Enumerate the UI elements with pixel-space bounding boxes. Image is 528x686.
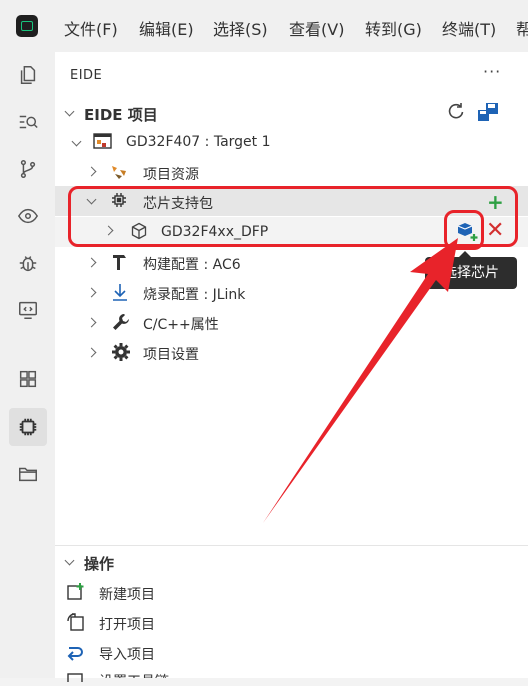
open-project-icon bbox=[66, 612, 86, 636]
project-name[interactable]: GD32F407 : Target 1 bbox=[126, 134, 271, 150]
menu-goto[interactable]: 转到(G) bbox=[365, 16, 422, 40]
annotation-box-small bbox=[444, 210, 484, 250]
menu-help[interactable]: 帮 bbox=[516, 16, 528, 40]
gear-icon bbox=[111, 342, 131, 366]
op-open-project[interactable]: 打开项目 bbox=[99, 614, 155, 634]
eide-chip-icon[interactable] bbox=[9, 408, 47, 446]
toolchain-icon bbox=[66, 670, 86, 686]
op-import-project[interactable]: 导入项目 bbox=[99, 644, 155, 664]
debug-icon[interactable] bbox=[9, 244, 47, 282]
ops-section-title[interactable]: 操作 bbox=[84, 553, 114, 574]
menu-bar: 文件(F) 编辑(E) 选择(S) 查看(V) 转到(G) 终端(T) 帮 bbox=[0, 0, 528, 52]
op-last-partial[interactable]: 设置工具链 bbox=[99, 671, 169, 678]
folder-icon[interactable] bbox=[9, 455, 47, 493]
tree-item-flash[interactable]: 烧录配置 : JLink bbox=[143, 284, 245, 304]
import-project-icon bbox=[66, 642, 86, 666]
remote-explorer-icon[interactable] bbox=[9, 197, 47, 235]
chevron-right-icon[interactable] bbox=[86, 166, 97, 177]
sidebar-title: EIDE bbox=[70, 68, 103, 83]
chevron-right-icon[interactable] bbox=[86, 317, 97, 328]
op-new-project[interactable]: 新建项目 bbox=[99, 584, 155, 604]
chevron-down-icon[interactable] bbox=[64, 106, 75, 117]
select-chip-tooltip: 选择芯片 bbox=[425, 251, 517, 289]
save-project-icon[interactable] bbox=[477, 102, 499, 126]
search-icon[interactable] bbox=[9, 103, 47, 141]
explorer-icon[interactable] bbox=[9, 56, 47, 94]
chevron-right-icon[interactable] bbox=[86, 257, 97, 268]
menu-file[interactable]: 文件(F) bbox=[64, 16, 118, 40]
chevron-right-icon[interactable] bbox=[86, 347, 97, 358]
chevron-right-icon[interactable] bbox=[86, 287, 97, 298]
new-project-icon bbox=[66, 582, 86, 606]
remote-window-icon[interactable] bbox=[9, 291, 47, 329]
tree-item-resources[interactable]: 项目资源 bbox=[143, 164, 199, 184]
project-section-title[interactable]: EIDE 项目 bbox=[84, 104, 158, 125]
wrench-icon bbox=[111, 312, 131, 336]
extensions-icon[interactable] bbox=[9, 360, 47, 398]
section-divider bbox=[55, 545, 528, 546]
menu-select[interactable]: 选择(S) bbox=[213, 16, 268, 40]
tree-item-cpp[interactable]: C/C++属性 bbox=[143, 314, 219, 334]
tree-item-build[interactable]: 构建配置 : AC6 bbox=[143, 254, 241, 274]
more-actions-icon[interactable]: ··· bbox=[483, 62, 501, 81]
app-logo-icon bbox=[16, 15, 38, 37]
download-icon bbox=[111, 282, 129, 306]
project-icon bbox=[93, 132, 113, 156]
chevron-down-icon[interactable] bbox=[64, 555, 75, 566]
chevron-down-icon[interactable] bbox=[71, 136, 82, 147]
menu-terminal[interactable]: 终端(T) bbox=[442, 16, 496, 40]
tree-item-settings[interactable]: 项目设置 bbox=[143, 344, 199, 364]
menu-edit[interactable]: 编辑(E) bbox=[139, 16, 194, 40]
resources-icon bbox=[109, 162, 131, 186]
hammer-icon bbox=[111, 252, 129, 276]
refresh-icon[interactable] bbox=[446, 102, 466, 126]
source-control-icon[interactable] bbox=[9, 150, 47, 188]
eide-sidebar: EIDE ··· EIDE 项目 GD32F407 : Target 1 项目资… bbox=[55, 52, 528, 685]
menu-view[interactable]: 查看(V) bbox=[289, 16, 344, 40]
activity-bar bbox=[0, 52, 55, 678]
